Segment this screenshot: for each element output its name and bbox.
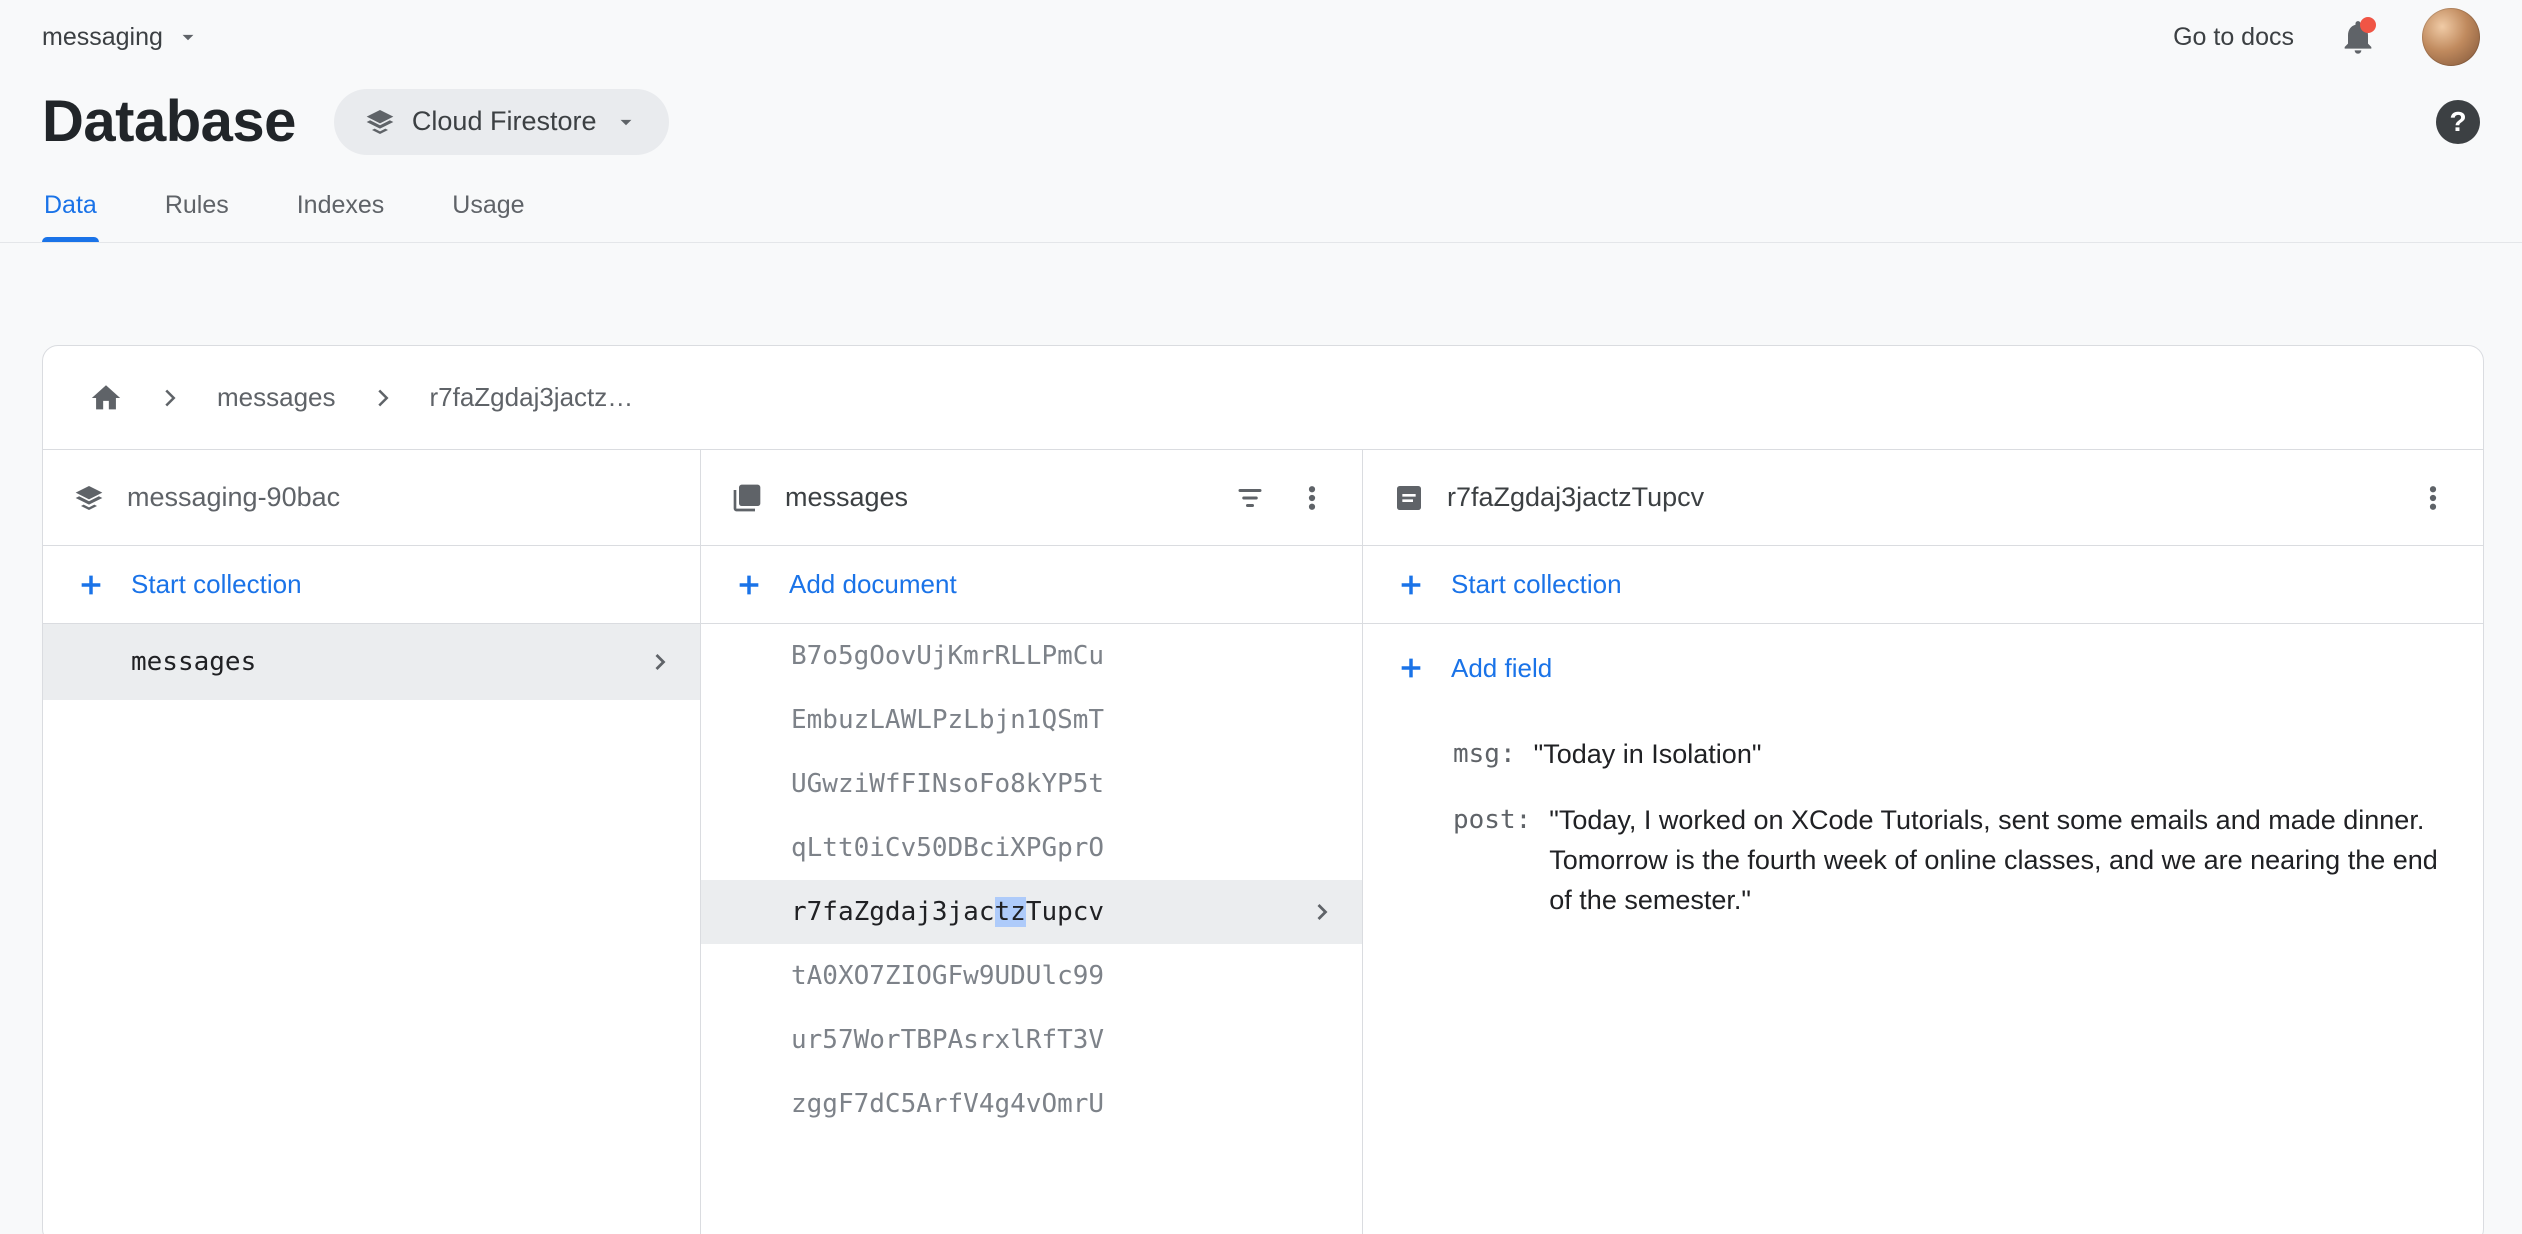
start-collection-label: Start collection bbox=[1451, 569, 1622, 600]
add-field-label: Add field bbox=[1451, 653, 1552, 684]
breadcrumb-document: r7faZgdaj3jactz… bbox=[430, 382, 634, 413]
document-id: EmbuzLAWLPzLbjn1QSmT bbox=[791, 705, 1104, 735]
notifications-button[interactable] bbox=[2338, 17, 2378, 57]
collection-panel: messages Add document B7o5gOovUjKmrRLLPm… bbox=[701, 450, 1363, 1234]
document-row[interactable]: ur57WorTBPAsrxlRfT3V bbox=[701, 1008, 1362, 1072]
chevron-right-icon bbox=[1308, 898, 1336, 926]
kebab-menu-icon[interactable] bbox=[1292, 478, 1332, 518]
kebab-menu-icon[interactable] bbox=[2413, 478, 2453, 518]
document-id: tA0XO7ZIOGFw9UDUlc99 bbox=[791, 961, 1104, 991]
root-panel: messaging-90bac Start collection message… bbox=[43, 450, 701, 1234]
chevron-right-icon bbox=[155, 383, 185, 413]
chevron-down-icon bbox=[175, 24, 201, 50]
tab-indexes[interactable]: Indexes bbox=[295, 185, 387, 242]
tab-usage[interactable]: Usage bbox=[450, 185, 526, 242]
field-row[interactable]: msg "Today in Isolation" bbox=[1453, 734, 2443, 774]
add-document-button[interactable]: Add document bbox=[701, 546, 1362, 624]
collection-title: messages bbox=[785, 482, 1208, 513]
document-icon bbox=[1393, 482, 1425, 514]
project-name: messaging bbox=[42, 23, 163, 52]
chevron-down-icon bbox=[613, 109, 639, 135]
page-header: Database Cloud Firestore ? bbox=[0, 74, 2522, 155]
avatar[interactable] bbox=[2422, 8, 2480, 66]
tab-rules[interactable]: Rules bbox=[163, 185, 231, 242]
chevron-right-icon bbox=[646, 648, 674, 676]
help-button[interactable]: ? bbox=[2436, 100, 2480, 144]
field-row[interactable]: post "Today, I worked on XCode Tutorials,… bbox=[1453, 800, 2443, 920]
collection-name: messages bbox=[131, 647, 256, 677]
document-list: B7o5gOovUjKmrRLLPmCu EmbuzLAWLPzLbjn1QSmT… bbox=[701, 624, 1362, 1136]
document-id: ur57WorTBPAsrxlRfT3V bbox=[791, 1025, 1104, 1055]
field-key: msg bbox=[1453, 734, 1516, 774]
filter-button[interactable] bbox=[1230, 478, 1270, 518]
collection-icon bbox=[731, 482, 763, 514]
field-value: "Today, I worked on XCode Tutorials, sen… bbox=[1549, 800, 2443, 920]
plus-icon bbox=[1395, 569, 1427, 601]
field-list: msg "Today in Isolation"post "Today, I wor… bbox=[1363, 712, 2483, 946]
field-key: post bbox=[1453, 800, 1531, 840]
document-row[interactable]: qLtt0iCv50DBciXPGprO bbox=[701, 816, 1362, 880]
document-row[interactable]: zggF7dC5ArfV4g4vOmrU bbox=[701, 1072, 1362, 1136]
document-row[interactable]: r7faZgdaj3jactzTupcv bbox=[701, 880, 1362, 944]
plus-icon bbox=[733, 569, 765, 601]
notification-badge bbox=[2360, 17, 2376, 33]
field-value: "Today in Isolation" bbox=[1534, 734, 1762, 774]
document-row[interactable]: tA0XO7ZIOGFw9UDUlc99 bbox=[701, 944, 1362, 1008]
document-id: B7o5gOovUjKmrRLLPmCu bbox=[791, 641, 1104, 671]
document-row[interactable]: UGwziWfFINsoFo8kYP5t bbox=[701, 752, 1362, 816]
chevron-right-icon bbox=[368, 383, 398, 413]
topbar-right: Go to docs bbox=[2173, 8, 2480, 66]
breadcrumb-collection[interactable]: messages bbox=[217, 382, 336, 413]
plus-icon bbox=[1395, 652, 1427, 684]
document-id: qLtt0iCv50DBciXPGprO bbox=[791, 833, 1104, 863]
start-collection-button[interactable]: Start collection bbox=[43, 546, 700, 624]
product-selector[interactable]: Cloud Firestore bbox=[334, 89, 669, 155]
document-panel: r7faZgdaj3jactzTupcv Start collection Ad… bbox=[1363, 450, 2483, 1234]
collection-panel-header: messages bbox=[701, 450, 1362, 546]
firestore-icon bbox=[73, 482, 105, 514]
tab-data[interactable]: Data bbox=[42, 185, 99, 242]
page-title: Database bbox=[42, 88, 296, 155]
firestore-data-card: messages r7faZgdaj3jactz… messaging-90ba… bbox=[42, 345, 2484, 1234]
product-selector-label: Cloud Firestore bbox=[412, 106, 597, 137]
panels: messaging-90bac Start collection message… bbox=[43, 450, 2483, 1234]
document-id: zggF7dC5ArfV4g4vOmrU bbox=[791, 1089, 1104, 1119]
start-collection-label: Start collection bbox=[131, 569, 302, 600]
add-field-button[interactable]: Add field bbox=[1363, 624, 2483, 712]
plus-icon bbox=[75, 569, 107, 601]
home-icon[interactable] bbox=[89, 381, 123, 415]
add-document-label: Add document bbox=[789, 569, 957, 600]
document-title: r7faZgdaj3jactzTupcv bbox=[1447, 482, 2391, 513]
document-id: r7faZgdaj3jactzTupcv bbox=[791, 897, 1104, 927]
firestore-icon bbox=[364, 106, 396, 138]
project-selector[interactable]: messaging bbox=[42, 23, 201, 52]
collection-row[interactable]: messages bbox=[43, 624, 700, 700]
document-id: UGwziWfFINsoFo8kYP5t bbox=[791, 769, 1104, 799]
text-selection: tz bbox=[995, 897, 1026, 927]
document-row[interactable]: EmbuzLAWLPzLbjn1QSmT bbox=[701, 688, 1362, 752]
root-panel-header: messaging-90bac bbox=[43, 450, 700, 546]
document-row[interactable]: B7o5gOovUjKmrRLLPmCu bbox=[701, 624, 1362, 688]
database-name: messaging-90bac bbox=[127, 482, 670, 513]
go-to-docs-link[interactable]: Go to docs bbox=[2173, 23, 2294, 52]
topbar: messaging Go to docs bbox=[0, 0, 2522, 74]
start-collection-button[interactable]: Start collection bbox=[1363, 546, 2483, 624]
tab-bar: Data Rules Indexes Usage bbox=[0, 185, 2522, 243]
breadcrumb: messages r7faZgdaj3jactz… bbox=[43, 346, 2483, 450]
document-panel-header: r7faZgdaj3jactzTupcv bbox=[1363, 450, 2483, 546]
